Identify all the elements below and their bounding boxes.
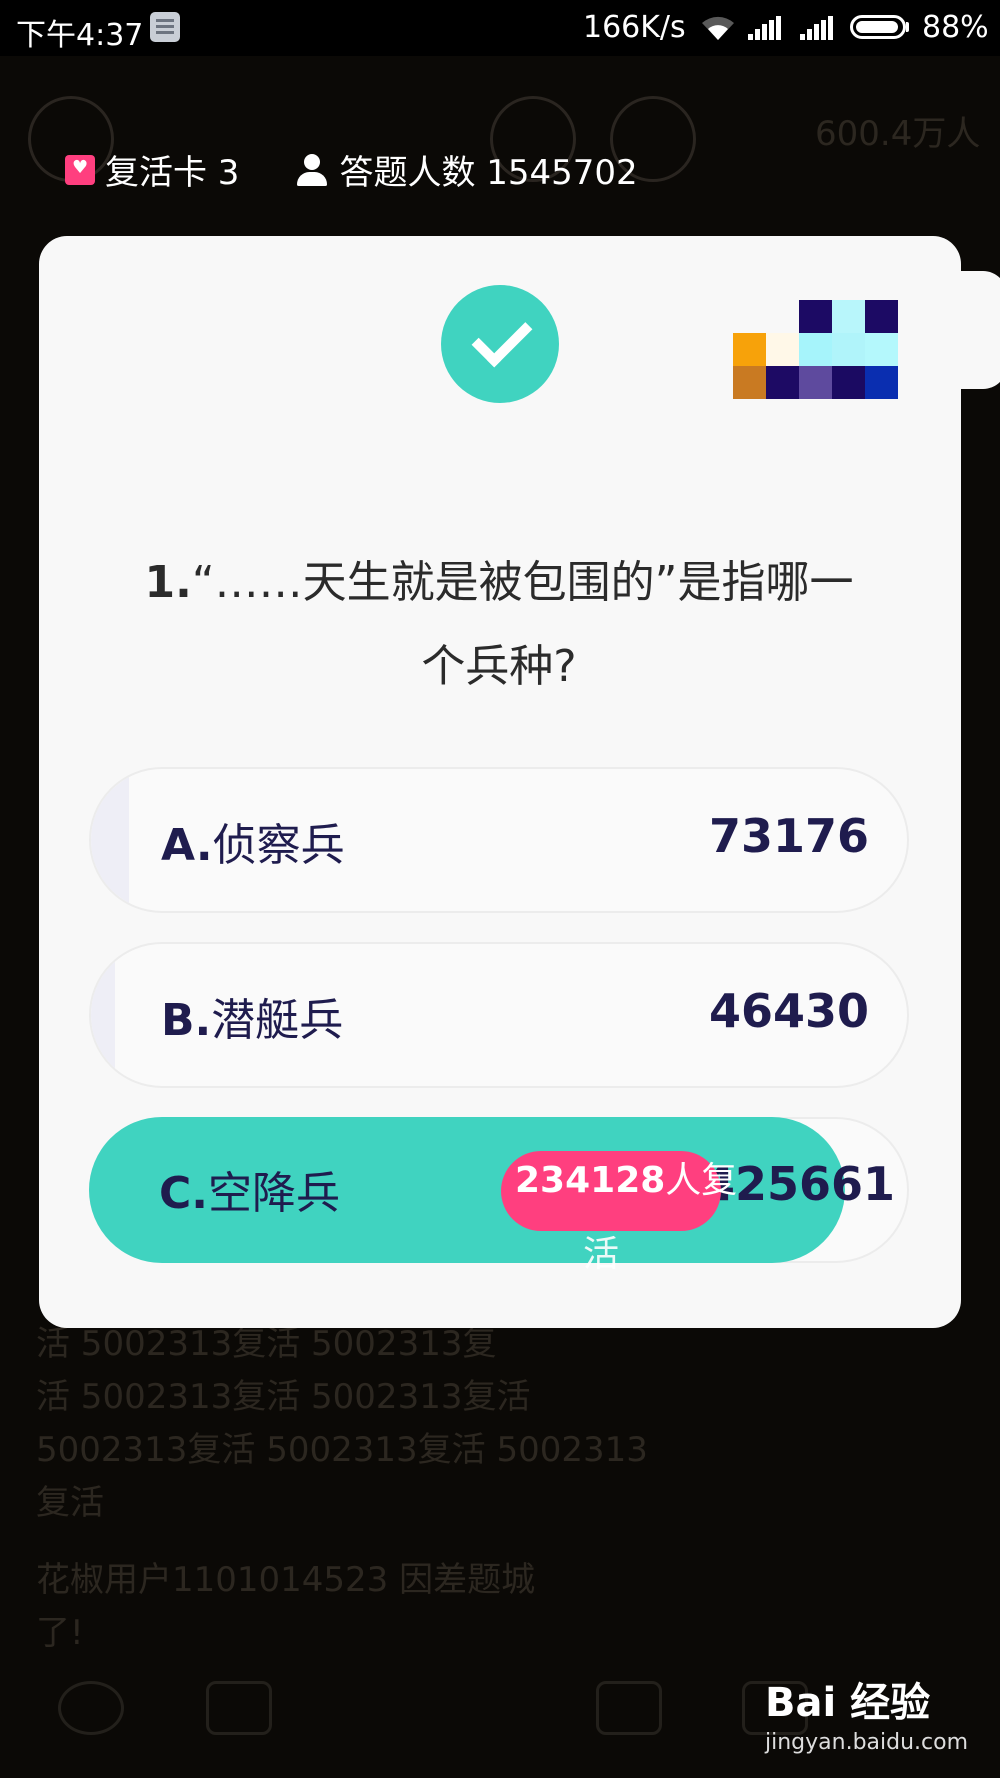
game-stats: 复活卡 3 答题人数 1545702 [65, 145, 694, 194]
chat-line: 5002313复活 5002313复活 5002313 [36, 1430, 648, 1470]
option-b-fill [91, 944, 116, 1086]
participant-label: 答题人数 1545702 [339, 153, 638, 193]
message-icon[interactable] [206, 1681, 272, 1735]
baidu-watermark: Bai 经验 jingyan.baidu.com [765, 1670, 968, 1755]
revive-card-icon [65, 154, 95, 185]
revive-card-label: 复活卡 3 [105, 153, 240, 193]
option-a[interactable]: A.侦察兵 73176 [89, 767, 909, 913]
participant-count: 答题人数 1545702 [295, 145, 638, 194]
status-network-speed: 166K/s [583, 10, 686, 45]
revive-count-badge: 234128人复 活 [501, 1151, 737, 1275]
option-b-text: 潜艇兵 [211, 995, 344, 1046]
status-bar: 下午4:37 166K/s 88% [0, 0, 1000, 56]
battery-tip [906, 22, 909, 32]
option-a-fill [91, 769, 130, 911]
comment-icon[interactable] [58, 1681, 124, 1735]
option-a-count: 73176 [708, 809, 869, 863]
option-c-label: C.空降兵 [159, 1157, 340, 1221]
option-b-label: B.潜艇兵 [161, 984, 343, 1048]
signal-icon [748, 16, 782, 40]
wifi-icon [700, 14, 736, 50]
question-text: 1.“……天生就是被包围的”是指哪一个兵种? [139, 541, 859, 709]
chat-line: 活 5002313复活 5002313复活 [36, 1377, 531, 1417]
gift-icon[interactable] [596, 1681, 662, 1735]
option-a-text: 侦察兵 [212, 820, 345, 871]
card-side-tab [959, 271, 1000, 389]
chat-line: 花椒用户1101014523 因差题城 [36, 1560, 536, 1600]
option-c-text: 空降兵 [208, 1168, 341, 1219]
question-body: “……天生就是被包围的”是指哪一个兵种? [191, 557, 854, 692]
baidu-url: jingyan.baidu.com [765, 1730, 969, 1755]
battery-icon [850, 15, 906, 39]
viewer-count: 600.4万人 [815, 114, 981, 154]
chat-line: 了! [36, 1613, 84, 1653]
option-b-letter: B. [161, 995, 212, 1046]
option-c[interactable]: C.空降兵 1425661 234128人复 活 [89, 1117, 909, 1275]
option-c-letter: C. [159, 1168, 209, 1219]
signal-icon-2 [800, 16, 834, 40]
user-icon [295, 152, 329, 188]
option-a-label: A.侦察兵 [161, 809, 345, 873]
chat-line: 复活 [36, 1483, 104, 1523]
option-b[interactable]: B.潜艇兵 46430 [89, 942, 909, 1088]
question-card: 1.“……天生就是被包围的”是指哪一个兵种? A.侦察兵 73176 B.潜艇兵… [39, 236, 1000, 1328]
notification-app-icon [150, 12, 180, 42]
question-number: 1. [144, 557, 192, 608]
status-battery-percent: 88% [922, 10, 989, 45]
option-a-letter: A. [161, 820, 213, 871]
check-icon [441, 285, 559, 403]
revive-suffix: 人复 [665, 1160, 738, 1201]
revive-card-count: 复活卡 3 [65, 145, 239, 194]
revive-suffix-line2: 活 [583, 1234, 620, 1275]
status-time: 下午4:37 [16, 18, 144, 53]
revive-number: 234128 [515, 1160, 666, 1201]
baidu-logo: Bai 经验 [765, 1680, 931, 1726]
option-b-count: 46430 [708, 984, 869, 1038]
